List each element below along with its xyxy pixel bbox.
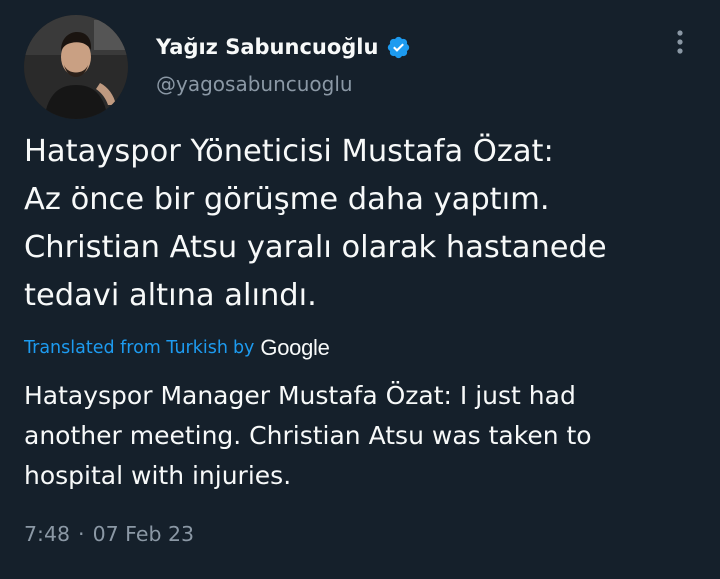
timestamp-time[interactable]: 7:48: [24, 522, 70, 546]
translated-text-line: another meeting. Christian Atsu was take…: [24, 421, 592, 450]
avatar-photo: [24, 15, 128, 119]
google-logo: Google: [260, 335, 330, 360]
translated-text-line: Hatayspor Manager Mustafa Özat: I just h…: [24, 381, 576, 410]
translation-attribution: Translated from Turkish by Google: [24, 333, 330, 363]
timestamp-date[interactable]: 07 Feb 23: [93, 522, 195, 546]
tweet-text-line: Christian Atsu yaralı olarak hastanede: [24, 230, 607, 265]
tweet-text-line: Az önce bir görüşme daha yaptım.: [24, 182, 550, 217]
author-name[interactable]: Yağız Sabuncuoğlu: [156, 35, 378, 59]
tweet-text-line: tedavi altına alındı.: [24, 278, 317, 313]
timestamp[interactable]: 7:48 · 07 Feb 23: [24, 522, 194, 546]
tweet-text-line: Hatayspor Yöneticisi Mustafa Özat:: [24, 134, 554, 169]
timestamp-separator: ·: [78, 522, 85, 546]
more-button[interactable]: [665, 22, 695, 62]
more-vertical-icon: [677, 30, 683, 54]
author-handle[interactable]: @yagosabuncuoglu: [156, 72, 353, 96]
translated-text: Hatayspor Manager Mustafa Özat: I just h…: [24, 376, 704, 496]
verified-badge-icon: [386, 35, 411, 60]
tweet-text: Hatayspor Yöneticisi Mustafa Özat: Az ön…: [24, 128, 704, 320]
translated-by-label: by: [232, 338, 255, 358]
avatar[interactable]: [24, 15, 128, 119]
translated-text-line: hospital with injuries.: [24, 461, 292, 490]
author-name-row[interactable]: Yağız Sabuncuoğlu: [156, 30, 411, 64]
translated-from-link[interactable]: Translated from Turkish: [24, 338, 228, 358]
